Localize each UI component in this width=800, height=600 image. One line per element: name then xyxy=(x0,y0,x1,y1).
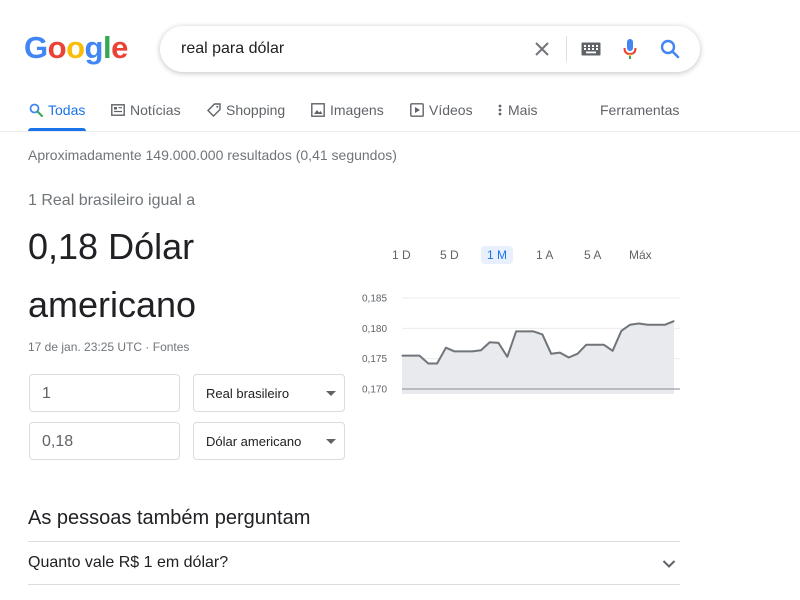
data-point xyxy=(533,330,535,332)
search-tabs: Todas Notícias Shopping Imagens Vídeos M… xyxy=(0,94,800,132)
google-logo[interactable]: Google xyxy=(24,32,128,63)
tab-shopping[interactable]: Shopping xyxy=(207,102,285,118)
data-point xyxy=(462,350,464,352)
data-point xyxy=(489,341,491,343)
search-divider xyxy=(566,36,567,62)
data-point xyxy=(445,347,447,349)
data-point xyxy=(506,356,508,358)
data-point xyxy=(410,355,412,357)
divider xyxy=(28,584,680,585)
dropdown-arrow-icon xyxy=(326,391,336,396)
newspaper-icon xyxy=(111,103,125,117)
to-amount-field[interactable]: 0,18 xyxy=(29,422,180,460)
tab-label: Notícias xyxy=(130,102,181,118)
to-amount-value: 0,18 xyxy=(42,433,74,450)
search-box[interactable]: real para dólar xyxy=(160,26,700,72)
tab-images[interactable]: Imagens xyxy=(311,102,384,118)
active-tab-indicator xyxy=(28,128,86,131)
tag-icon xyxy=(207,103,221,117)
data-point xyxy=(401,355,403,357)
chevron-down-icon xyxy=(662,556,676,574)
tab-label: Todas xyxy=(48,102,86,118)
microphone-icon[interactable] xyxy=(618,37,642,61)
people-also-ask-title: As pessoas também perguntam xyxy=(28,507,311,529)
data-point xyxy=(436,362,438,365)
data-point xyxy=(559,352,561,354)
search-icon[interactable] xyxy=(658,37,682,61)
logo-letter: l xyxy=(102,30,112,65)
data-point xyxy=(550,353,552,355)
to-currency-select[interactable]: Dólar americano xyxy=(193,422,345,460)
result-stats: Aproximadamente 149.000.000 resultados (… xyxy=(28,147,397,163)
data-point xyxy=(568,356,570,359)
y-tick-label: 0,175 xyxy=(362,354,387,365)
data-point xyxy=(427,362,429,365)
range-5d[interactable]: 5 D xyxy=(434,246,465,264)
data-point xyxy=(454,350,456,352)
exchange-rate-chart[interactable]: 0,185 0,180 0,175 0,170 xyxy=(356,288,684,400)
clear-icon[interactable] xyxy=(530,37,554,61)
tab-label: Imagens xyxy=(330,102,384,118)
tab-videos[interactable]: Vídeos xyxy=(410,102,473,118)
range-max[interactable]: Máx xyxy=(623,246,658,264)
range-5y[interactable]: 5 A xyxy=(578,246,607,264)
search-icon xyxy=(29,103,43,117)
tab-all[interactable]: Todas xyxy=(29,102,85,118)
data-point xyxy=(603,344,605,346)
to-currency-value: Dólar americano xyxy=(206,434,302,449)
from-currency-select[interactable]: Real brasileiro xyxy=(193,374,345,412)
data-point xyxy=(664,324,666,326)
data-point xyxy=(612,350,614,352)
data-point xyxy=(655,324,658,326)
logo-letter: G xyxy=(24,30,48,65)
data-point xyxy=(471,350,473,352)
data-point xyxy=(497,342,500,344)
from-amount-value: 1 xyxy=(42,385,51,402)
data-point xyxy=(629,324,631,326)
question-text: Quanto vale R$ 1 em dólar? xyxy=(28,554,229,571)
tab-news[interactable]: Notícias xyxy=(111,102,181,118)
range-1y[interactable]: 1 A xyxy=(530,246,559,264)
logo-letter: o xyxy=(47,30,67,65)
conversion-result: 0,18 Dólar americano xyxy=(28,226,197,325)
data-point xyxy=(647,324,649,326)
logo-letter: o xyxy=(66,30,85,65)
range-1d[interactable]: 1 D xyxy=(386,246,417,264)
tab-label: Shopping xyxy=(226,102,286,118)
question-item[interactable]: Quanto vale R$ 1 em dólar? xyxy=(28,542,680,584)
data-point xyxy=(673,320,675,322)
data-point xyxy=(515,330,517,332)
range-1m[interactable]: 1 M xyxy=(481,246,514,264)
more-vert-icon xyxy=(497,103,503,117)
from-currency-value: Real brasileiro xyxy=(206,386,290,401)
tab-label: Mais xyxy=(508,102,538,118)
data-point xyxy=(594,344,596,346)
conversion-label: 1 Real brasileiro igual a xyxy=(28,192,196,209)
data-point xyxy=(585,344,587,346)
image-icon xyxy=(311,103,325,117)
y-tick-label: 0,170 xyxy=(362,385,387,396)
data-point xyxy=(620,330,622,332)
data-point xyxy=(638,322,640,325)
tab-label: Vídeos xyxy=(429,102,473,118)
data-point xyxy=(480,349,482,351)
video-icon xyxy=(410,103,424,117)
keyboard-icon[interactable] xyxy=(579,37,603,61)
y-tick-label: 0,180 xyxy=(362,324,387,335)
data-point xyxy=(576,353,579,355)
logo-letter: e xyxy=(111,30,128,65)
data-point xyxy=(418,355,421,357)
from-amount-field[interactable]: 1 xyxy=(29,374,180,412)
dropdown-arrow-icon xyxy=(326,439,336,444)
tab-label: Ferramentas xyxy=(600,102,680,118)
logo-letter: g xyxy=(84,30,104,65)
tab-more[interactable]: Mais xyxy=(497,102,538,118)
data-point xyxy=(524,330,526,332)
data-point xyxy=(541,333,543,335)
search-input[interactable]: real para dólar xyxy=(181,40,284,58)
tools-button[interactable]: Ferramentas xyxy=(600,102,679,118)
y-tick-label: 0,185 xyxy=(362,294,387,305)
conversion-date: 17 de jan. 23:25 UTC · Fontes xyxy=(28,340,190,354)
